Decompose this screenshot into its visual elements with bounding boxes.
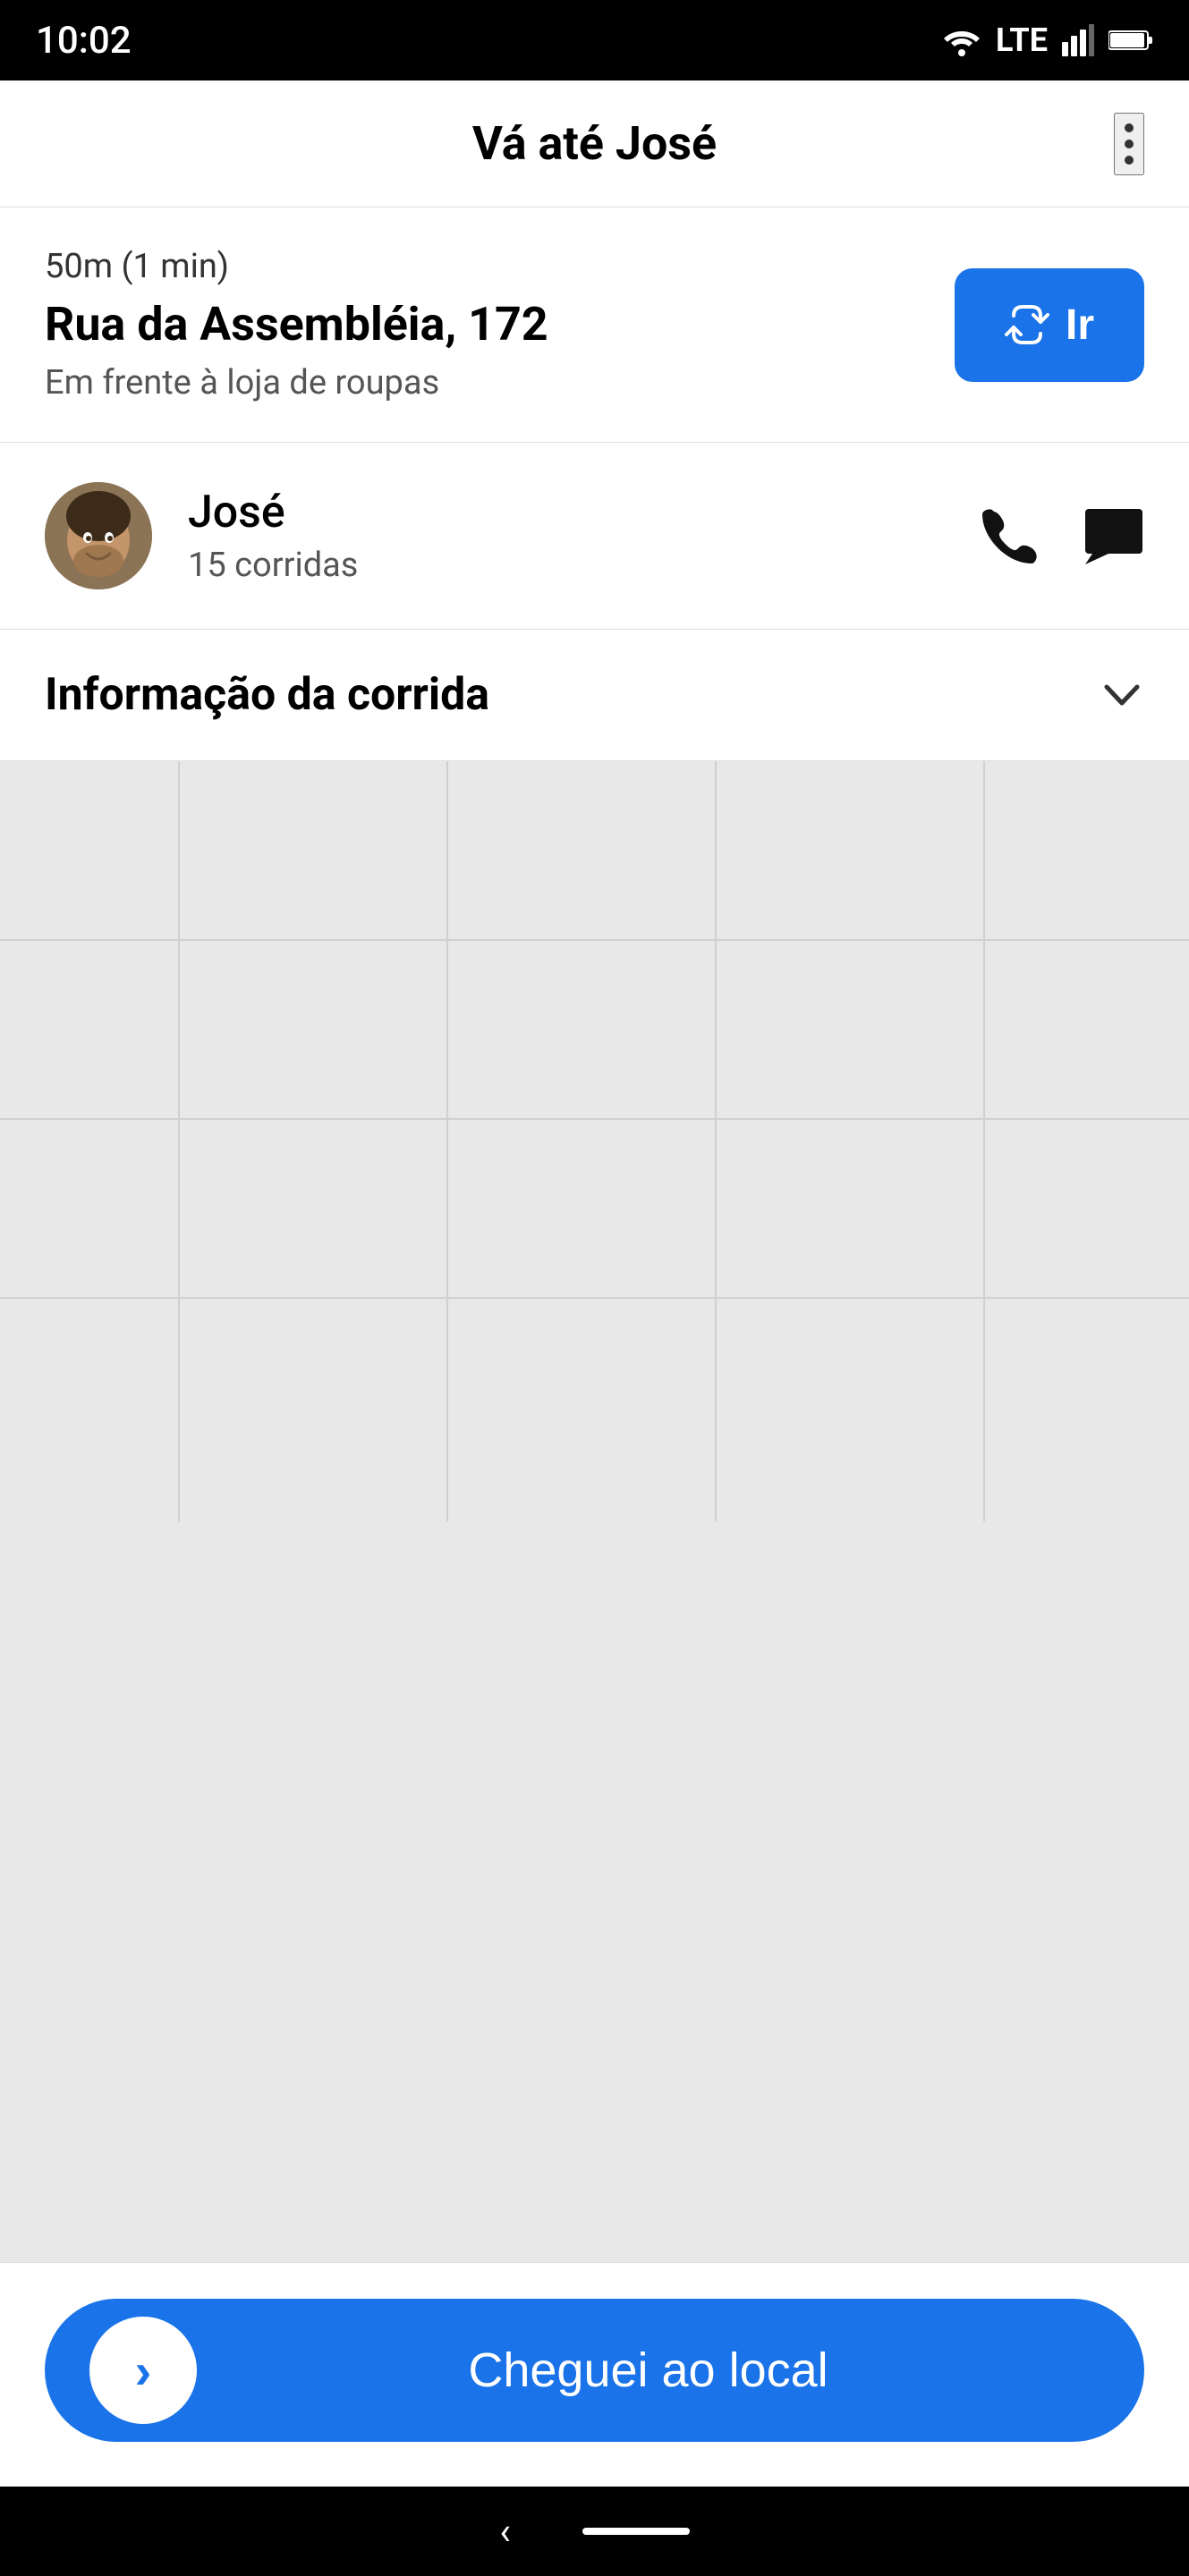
back-button[interactable]: ‹ bbox=[499, 2510, 511, 2554]
distance-time: 50m (1 min) bbox=[45, 247, 919, 286]
route-icon bbox=[1005, 302, 1049, 347]
go-button-label: Ir bbox=[1066, 301, 1094, 350]
lte-label: LTE bbox=[996, 21, 1048, 59]
address-info: 50m (1 min) Rua da Assembléia, 172 Em fr… bbox=[45, 247, 919, 402]
battery-icon bbox=[1108, 28, 1153, 53]
bottom-area: › Cheguei ao local bbox=[0, 2262, 1189, 2487]
home-indicator[interactable] bbox=[582, 2528, 690, 2535]
map-area bbox=[0, 761, 1189, 2262]
more-options-button[interactable] bbox=[1114, 113, 1144, 175]
app-container: Vá até José 50m (1 min) Rua da Assembléi… bbox=[0, 80, 1189, 2487]
status-bar: 10:02 LTE bbox=[0, 0, 1189, 80]
rider-name: José bbox=[188, 487, 981, 538]
address-section: 50m (1 min) Rua da Assembléia, 172 Em fr… bbox=[0, 208, 1189, 443]
rider-avatar bbox=[45, 482, 152, 589]
arrived-label: Cheguei ao local bbox=[197, 2343, 1100, 2398]
address-hint: Em frente à loja de roupas bbox=[45, 363, 919, 402]
status-time: 10:02 bbox=[36, 19, 132, 63]
ride-info-label: Informação da corrida bbox=[45, 669, 489, 721]
phone-icon bbox=[981, 507, 1039, 565]
rider-actions bbox=[981, 507, 1144, 565]
rider-section: José 15 corridas bbox=[0, 443, 1189, 630]
page-title: Vá até José bbox=[472, 116, 717, 171]
arrived-button[interactable]: › Cheguei ao local bbox=[45, 2299, 1144, 2442]
app-header: Vá até José bbox=[0, 80, 1189, 208]
ride-info-section[interactable]: Informação da corrida bbox=[0, 630, 1189, 761]
map-placeholder bbox=[0, 761, 1189, 1521]
rider-info: José 15 corridas bbox=[188, 487, 981, 585]
bottom-nav-bar: ‹ bbox=[0, 2487, 1189, 2576]
rider-rides: 15 corridas bbox=[188, 546, 981, 585]
status-icons: LTE bbox=[942, 21, 1153, 59]
call-button[interactable] bbox=[981, 507, 1039, 565]
message-button[interactable] bbox=[1083, 507, 1144, 565]
rider-photo bbox=[45, 482, 152, 589]
signal-icon bbox=[1062, 24, 1094, 56]
right-arrow-icon: › bbox=[135, 2342, 152, 2400]
wifi-icon bbox=[942, 24, 981, 56]
chevron-down-icon bbox=[1100, 673, 1144, 717]
address-name: Rua da Assembléia, 172 bbox=[45, 297, 919, 352]
arrived-arrow-circle: › bbox=[89, 2317, 197, 2424]
go-button[interactable]: Ir bbox=[955, 268, 1144, 382]
message-icon bbox=[1083, 507, 1144, 565]
